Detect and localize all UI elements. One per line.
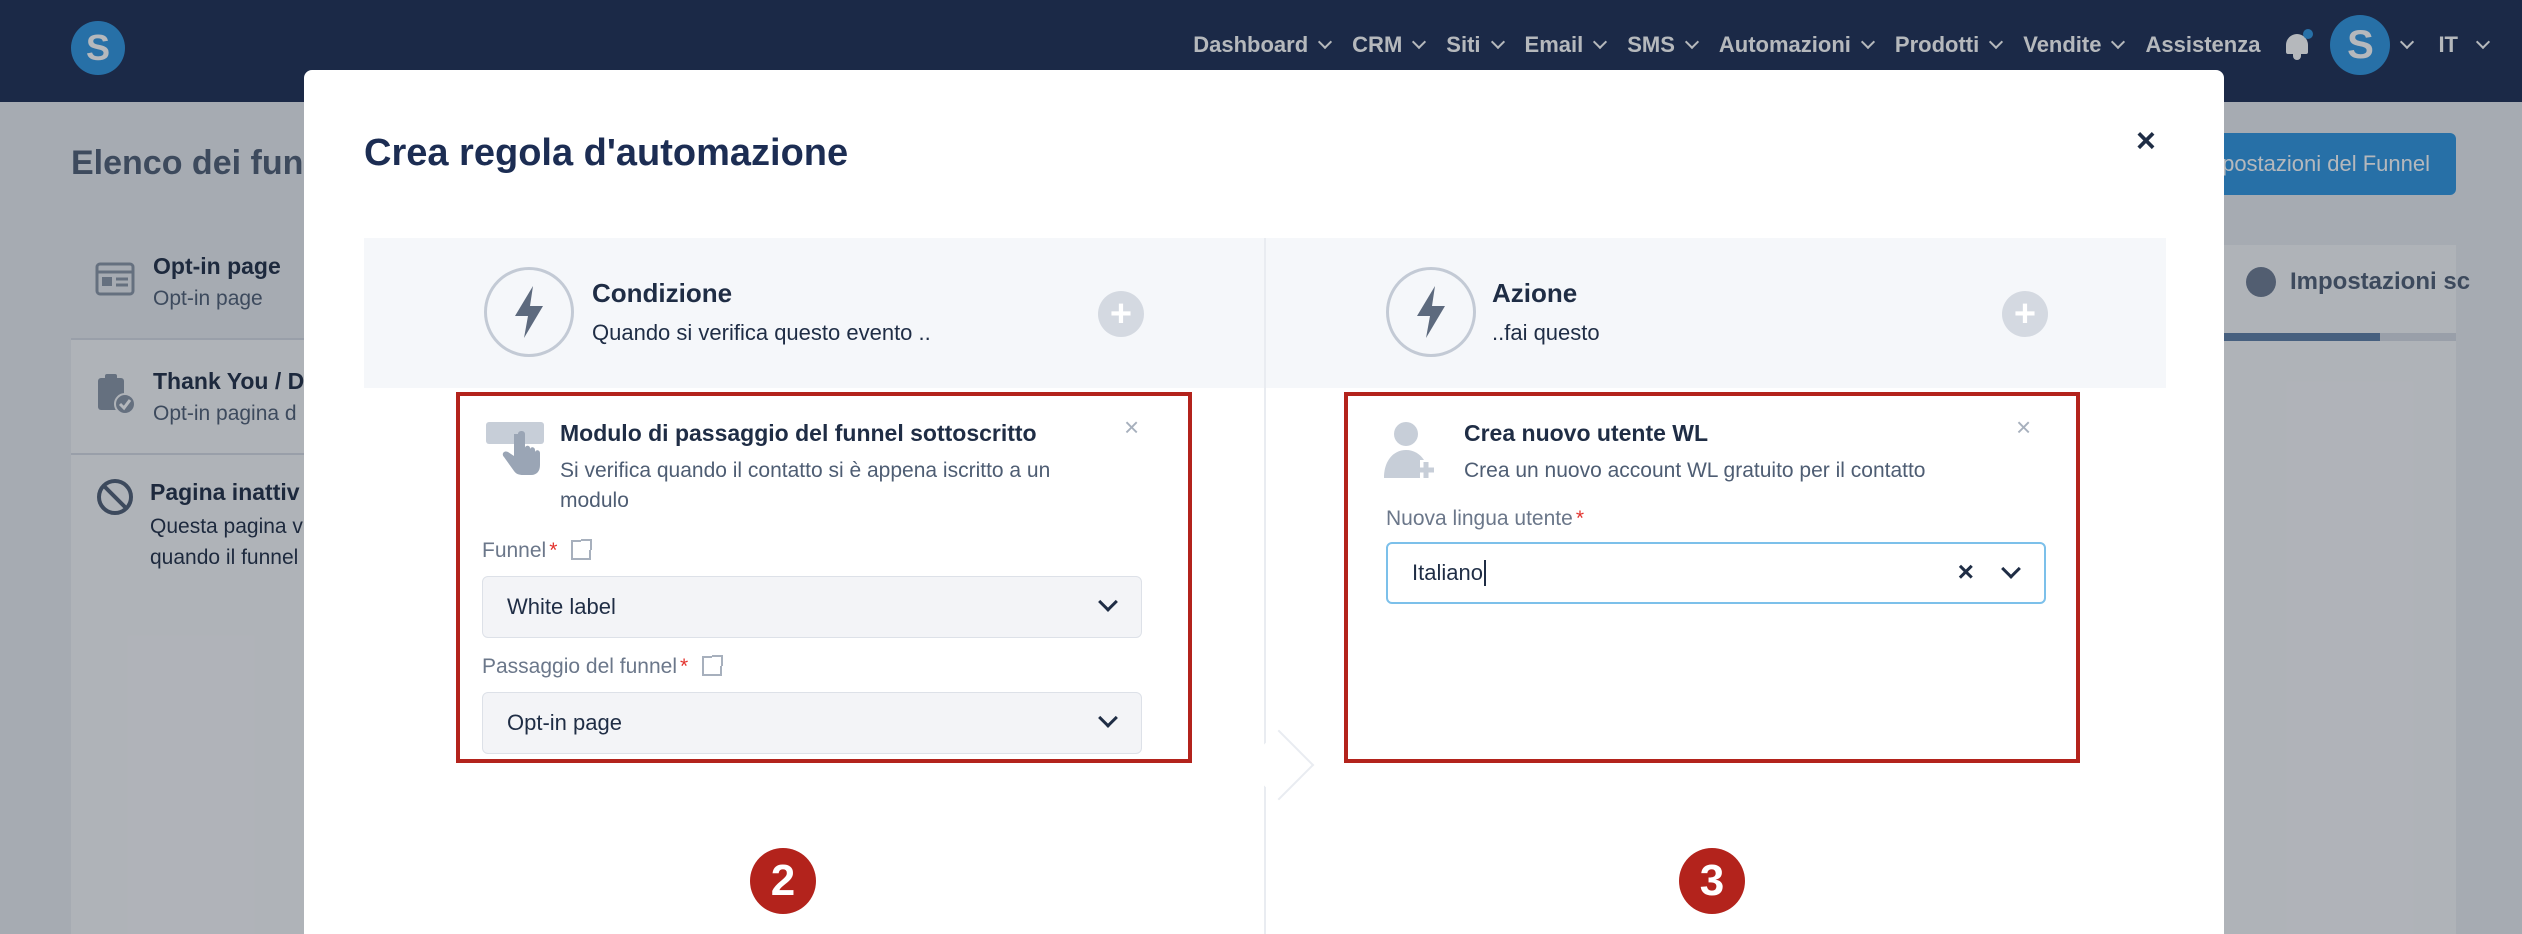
label-text: Nuova lingua utente [1386, 507, 1573, 530]
trigger-description: Si verifica quando il contatto si è appe… [560, 459, 1051, 512]
funnel-select[interactable]: White label [482, 576, 1142, 638]
chevron-down-icon [1098, 708, 1118, 728]
funnel-field-label: Funnel * [482, 539, 593, 563]
remove-action-icon[interactable]: × [2016, 412, 2031, 443]
external-link-icon[interactable] [702, 655, 724, 676]
lightning-bolt-icon [484, 267, 574, 357]
condition-header: Condizione Quando si verifica questo eve… [364, 238, 1264, 388]
required-mark: * [679, 655, 689, 678]
action-header: Azione ..fai questo + [1266, 238, 2166, 388]
label-text: Passaggio del funnel [482, 655, 677, 678]
automation-rule-modal: Crea regola d'automazione × Condizione Q… [304, 70, 2224, 934]
hand-pointer-icon [486, 422, 544, 475]
user-language-select[interactable]: Italiano × [1386, 542, 2046, 604]
close-icon[interactable]: × [2136, 122, 2156, 161]
flow-arrow [1243, 729, 1315, 801]
condition-subtitle: Quando si verifica questo evento .. [592, 320, 931, 345]
required-mark: * [1575, 507, 1584, 530]
remove-trigger-icon[interactable]: × [1124, 412, 1139, 443]
clear-icon[interactable]: × [1958, 558, 1974, 586]
funnel-step-select-value: Opt-in page [507, 710, 622, 735]
funnel-select-value: White label [507, 594, 616, 619]
add-action-button[interactable]: + [2002, 291, 2048, 337]
lightning-bolt-icon [1386, 267, 1476, 357]
add-condition-button[interactable]: + [1098, 291, 1144, 337]
add-user-icon [1384, 422, 1434, 478]
action-card: Crea nuovo utente WL Crea un nuovo accou… [1344, 392, 2080, 763]
action-card-title: Crea nuovo utente WL [1464, 420, 1709, 446]
step-number-badge: 2 [750, 848, 816, 914]
action-subtitle: ..fai questo [1492, 320, 1600, 345]
modal-title: Crea regola d'automazione [364, 132, 849, 174]
user-language-input-value: Italiano [1412, 560, 1483, 585]
required-mark: * [549, 539, 558, 562]
action-card-description: Crea un nuovo account WL gratuito per il… [1464, 459, 1926, 482]
action-title: Azione [1492, 278, 1578, 308]
trigger-title: Modulo di passaggio del funnel sottoscri… [560, 420, 1037, 446]
condition-title: Condizione [592, 278, 733, 308]
external-link-icon[interactable] [571, 539, 593, 560]
funnel-step-select[interactable]: Opt-in page [482, 692, 1142, 754]
label-text: Funnel [482, 539, 547, 562]
user-language-field-label: Nuova lingua utente * [1386, 507, 1584, 531]
chevron-down-icon [2001, 559, 2021, 579]
chevron-down-icon [1098, 592, 1118, 612]
trigger-card: Modulo di passaggio del funnel sottoscri… [456, 392, 1192, 763]
step-number-badge: 3 [1679, 848, 1745, 914]
text-caret [1483, 560, 1486, 586]
funnel-step-field-label: Passaggio del funnel * [482, 655, 724, 679]
